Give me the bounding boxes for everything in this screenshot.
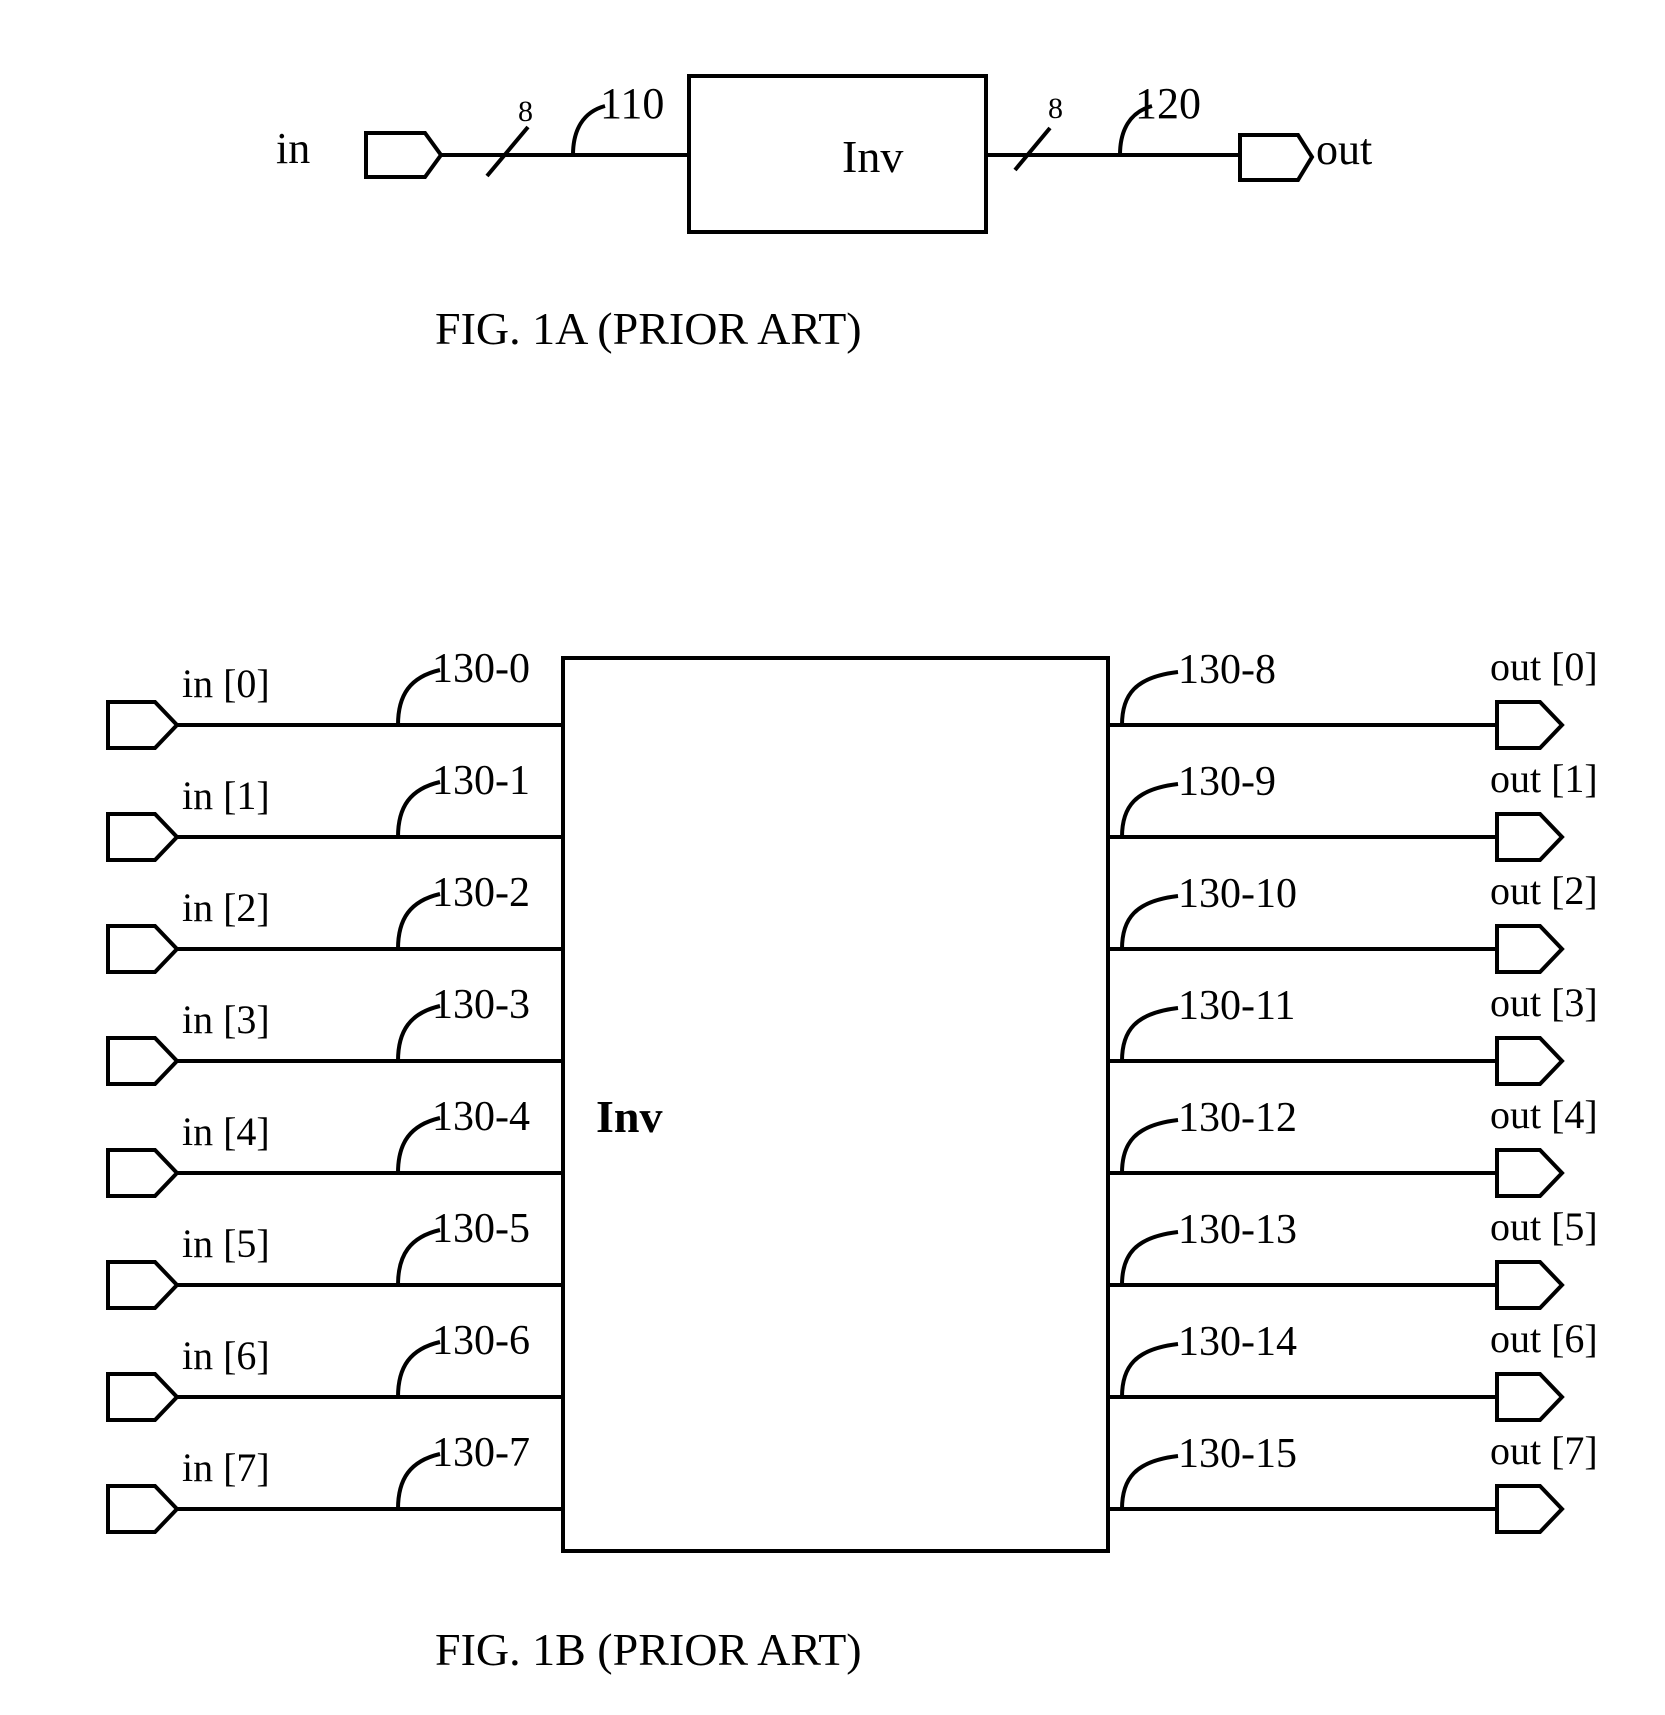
output-port-icon: [1495, 812, 1565, 862]
output-ref-leader: [1120, 1454, 1179, 1510]
input-label: in [3]: [182, 997, 270, 1042]
output-port-icon: [1495, 1484, 1565, 1534]
output-ref-leader: [1120, 894, 1179, 950]
output-ref: 130-11: [1178, 983, 1295, 1029]
fig1a-caption: FIG. 1A (PRIOR ART): [435, 303, 862, 354]
fig1a-output-label: out: [1316, 125, 1372, 174]
input-port-icon: [106, 1036, 180, 1086]
output-ref-leader: [1120, 1006, 1179, 1062]
input-port-icon: [106, 700, 180, 750]
output-ref: 130-15: [1178, 1431, 1297, 1477]
output-ref: 130-13: [1178, 1207, 1297, 1253]
fig1b-input-row: in [1] 130-1: [106, 758, 563, 862]
input-ref: 130-7: [432, 1430, 530, 1476]
fig1b-input-row: in [2] 130-2: [106, 870, 563, 974]
fig1a-input-ref: 110: [600, 79, 664, 128]
output-label: out [6]: [1490, 1316, 1598, 1361]
input-port-icon: [106, 1260, 180, 1310]
input-label: in [2]: [182, 885, 270, 930]
output-ref-leader: [1120, 1118, 1179, 1174]
output-ref-leader: [1120, 1230, 1179, 1286]
output-ref: 130-8: [1178, 647, 1276, 693]
fig1a-input-bus-slash: [485, 125, 530, 178]
fig1b-output-row: 130-12 out [4]: [1108, 1092, 1598, 1198]
fig1a-block-label: Inv: [842, 131, 903, 182]
input-label: in [6]: [182, 1333, 270, 1378]
output-port-icon: [1495, 1148, 1565, 1198]
fig1b-output-row: 130-8 out [0]: [1108, 644, 1598, 750]
input-port-icon: [106, 812, 180, 862]
input-label: in [4]: [182, 1109, 270, 1154]
output-port-icon: [1495, 1036, 1565, 1086]
output-port-icon: [1495, 924, 1565, 974]
fig1b-input-row: in [5] 130-5: [106, 1206, 563, 1310]
input-ref: 130-4: [432, 1094, 530, 1140]
output-label: out [4]: [1490, 1092, 1598, 1137]
fig1a-output-port-icon: [1238, 133, 1315, 182]
fig1b-output-row: 130-14 out [6]: [1108, 1316, 1598, 1422]
output-ref: 130-14: [1178, 1319, 1297, 1365]
output-ref: 130-10: [1178, 871, 1297, 917]
input-ref: 130-3: [432, 982, 530, 1028]
input-label: in [1]: [182, 773, 270, 818]
fig1b-block-label: Inv: [596, 1091, 662, 1142]
output-label: out [0]: [1490, 644, 1598, 689]
fig1a-input-label: in: [276, 124, 310, 173]
input-label: in [0]: [182, 661, 270, 706]
fig1a-input-bus-width: 8: [518, 95, 533, 128]
fig1b-output-row: 130-9 out [1]: [1108, 756, 1598, 862]
fig1b-input-row: in [0] 130-0: [106, 646, 563, 750]
output-label: out [1]: [1490, 756, 1598, 801]
input-label: in [5]: [182, 1221, 270, 1266]
fig1b-output-row: 130-10 out [2]: [1108, 868, 1598, 974]
input-port-icon: [106, 1148, 180, 1198]
input-port-icon: [106, 924, 180, 974]
fig1a-inv-block: [687, 74, 988, 234]
fig-1a: in 8 110 Inv 8 120 out FIG. 1A (PRIOR AR…: [276, 74, 1372, 354]
output-ref-leader: [1120, 782, 1179, 838]
fig1b-output-row: 130-11 out [3]: [1108, 980, 1598, 1086]
input-ref: 130-0: [432, 646, 530, 692]
fig1b-output-row: 130-13 out [5]: [1108, 1204, 1598, 1310]
output-label: out [2]: [1490, 868, 1598, 913]
fig1b-inputs: in [0] 130-0 in [1] 130-1 in [2] 130-2 in [3] 1…: [106, 646, 563, 1534]
output-port-icon: [1495, 1260, 1565, 1310]
input-ref: 130-6: [432, 1318, 530, 1364]
output-ref: 130-9: [1178, 759, 1276, 805]
fig1a-output-ref: 120: [1135, 79, 1201, 128]
output-label: out [7]: [1490, 1428, 1598, 1473]
fig1b-caption: FIG. 1B (PRIOR ART): [435, 1624, 862, 1675]
output-port-icon: [1495, 1372, 1565, 1422]
fig1a-output-bus-slash: [1013, 126, 1052, 172]
output-label: out [3]: [1490, 980, 1598, 1025]
input-label: in [7]: [182, 1445, 270, 1490]
input-ref: 130-2: [432, 870, 530, 916]
input-ref: 130-1: [432, 758, 530, 804]
output-port-icon: [1495, 700, 1565, 750]
input-port-icon: [106, 1484, 180, 1534]
patent-figure-sheet: in 8 110 Inv 8 120 out FIG. 1A (PRIOR AR…: [106, 74, 1598, 1675]
fig1b-input-row: in [6] 130-6: [106, 1318, 563, 1422]
fig-1b: Inv in [0] 130-0in [1] 130-1in [2] 130-2in …: [106, 644, 1598, 1675]
fig1b-output-row: 130-15 out [7]: [1108, 1428, 1598, 1534]
fig1b-input-row: in [3] 130-3: [106, 982, 563, 1086]
fig1b-outputs: 130-8 out [0]130-9 out [1]130-10 out [2]130…: [1108, 644, 1598, 1534]
fig1a-output-bus-width: 8: [1048, 92, 1063, 125]
fig1b-input-row: in [4] 130-4: [106, 1094, 563, 1198]
fig1a-input-port-icon: [364, 131, 444, 179]
fig1b-input-row: in [7] 130-7: [106, 1430, 563, 1534]
output-ref-leader: [1120, 1342, 1179, 1398]
output-label: out [5]: [1490, 1204, 1598, 1249]
output-ref: 130-12: [1178, 1095, 1297, 1141]
output-ref-leader: [1120, 670, 1179, 726]
input-ref: 130-5: [432, 1206, 530, 1252]
input-port-icon: [106, 1372, 180, 1422]
